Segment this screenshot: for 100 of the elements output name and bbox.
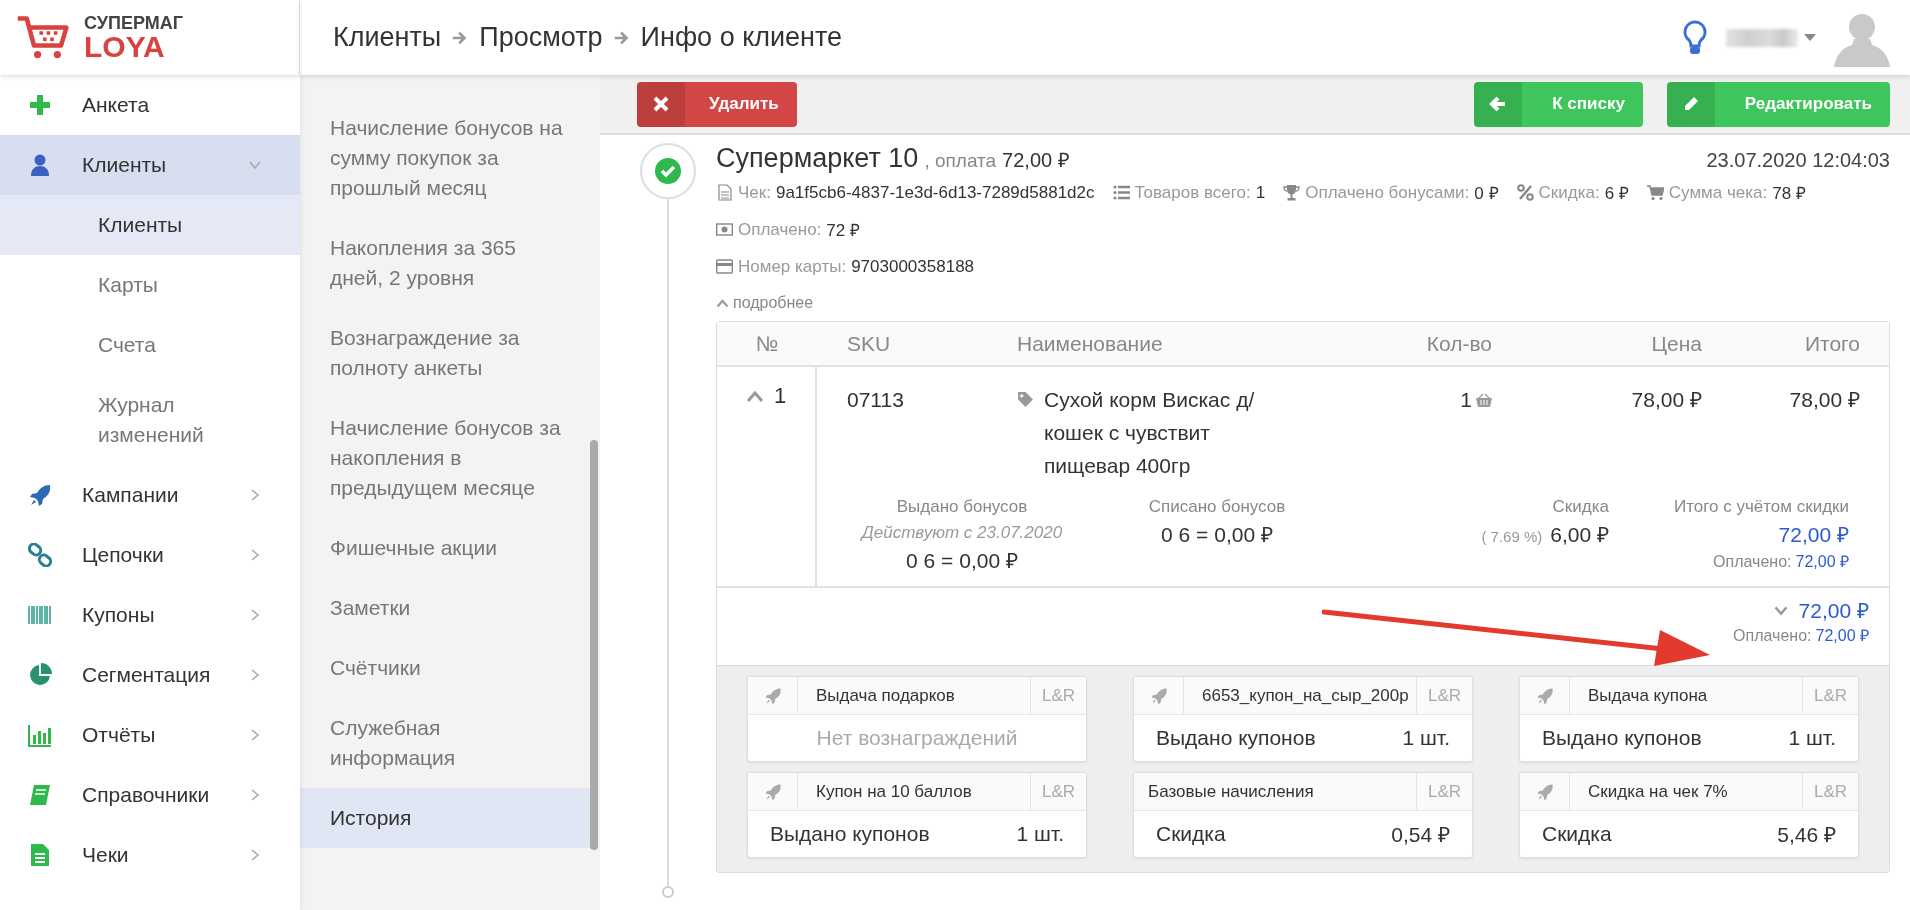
promotion-title: Купон на 10 баллов — [815, 780, 973, 803]
total-cell-text: 78,00 ₽ — [1788, 387, 1861, 413]
bonus-issued-label: Выдано бонусов — [896, 496, 1028, 518]
fact-label: Товаров всего: — [1134, 182, 1251, 203]
basket-icon — [1476, 392, 1492, 407]
section-item[interactable]: История — [300, 788, 590, 848]
sidebar-subitem[interactable]: Журнал изменений — [0, 375, 300, 465]
quantity-cell-text: 1 — [1460, 387, 1472, 413]
column-header: SKU — [846, 331, 892, 356]
payment-amount: 72,00 ₽ — [1002, 148, 1070, 173]
fact-label: Чек: — [738, 182, 771, 203]
check-icon — [655, 158, 681, 184]
bonus-written-off-label: Списано бонусов — [1148, 496, 1286, 518]
promotion-tag: L&R — [1030, 677, 1086, 714]
reward-label: Выдано купонов — [1156, 726, 1316, 750]
delete-button[interactable]: Удалить — [637, 81, 797, 127]
sidebar-item[interactable]: Чеки — [0, 825, 300, 885]
paid-amount: 72,00 ₽ — [1795, 552, 1849, 572]
promotion-title: Базовые начисления — [1147, 780, 1315, 803]
column-header: Цена — [1650, 331, 1703, 356]
fact-value: 0 ₽ — [1474, 183, 1499, 204]
section-item[interactable]: Вознаграждение за полноту анкеты — [300, 308, 590, 398]
price-cell-text: 78,00 ₽ — [1630, 387, 1703, 413]
sidebar-item[interactable]: Справочники — [0, 765, 300, 825]
chevron-up-icon[interactable] — [745, 389, 764, 403]
fact-label: Оплачено бонусами: — [1305, 182, 1470, 203]
sidebar-item[interactable]: Клиенты — [0, 135, 300, 195]
column-header: № — [754, 331, 780, 356]
section-item[interactable]: Фишечные акции — [300, 518, 590, 578]
column-header: Кол-во — [1425, 331, 1493, 356]
sku-cell-text: 07113 — [846, 387, 905, 413]
sidebar-subitem[interactable]: Счета — [0, 315, 300, 375]
section-item[interactable]: Начисление бонусов на сумму покупок за прошлый месяц — [300, 98, 590, 218]
receipt-datetime: 23.07.2020 12:04:03 — [1706, 149, 1890, 172]
promotion-title: Скидка на чек 7% — [1587, 780, 1729, 803]
bonus-issued-value: 0 6 = 0,00 ₽ — [906, 548, 1018, 574]
rocket-icon — [763, 782, 782, 801]
plus-icon — [28, 93, 52, 117]
action-button[interactable]: Редактировать — [1666, 81, 1890, 127]
lightbulb-icon[interactable] — [1682, 18, 1708, 57]
action-button[interactable]: К списку — [1474, 81, 1643, 127]
reward-label: Скидка — [1156, 822, 1226, 846]
discount-percent: ( 7.69 %) — [1481, 528, 1543, 545]
rocket-icon — [1535, 782, 1554, 801]
section-item[interactable]: Служебная информация — [300, 698, 590, 788]
percent-icon — [1516, 184, 1534, 201]
barcode-icon — [28, 603, 52, 627]
promotion-tag: L&R — [1802, 773, 1858, 810]
sidebar-subitem[interactable]: Клиенты — [0, 195, 300, 255]
section-item[interactable]: Счётчики — [300, 638, 590, 698]
sidebar-subitem[interactable]: Карты — [0, 255, 300, 315]
sidebar-item[interactable]: Кампании — [0, 465, 300, 525]
credit-card-icon — [716, 258, 733, 275]
banknote-icon — [716, 221, 733, 238]
sidebar-item[interactable]: Цепочки — [0, 525, 300, 585]
promotion-title: 6653_купон_на_сыр_200р — [1201, 684, 1410, 707]
document-icon — [716, 184, 733, 201]
fact-label: Оплачено: — [738, 219, 822, 240]
blurred-username — [1726, 28, 1798, 47]
sidebar-item[interactable]: Анкета — [0, 75, 300, 135]
sidebar-item[interactable]: Отчёты — [0, 705, 300, 765]
promotion-tag: L&R — [1802, 677, 1858, 714]
breadcrumb-link[interactable]: Инфо о клиенте — [640, 22, 843, 53]
caret-icon[interactable] — [1804, 33, 1816, 42]
section-item[interactable]: Начисление бонусов за накопления в предыдущем месяце — [300, 398, 590, 518]
pie-chart-icon — [28, 663, 52, 687]
breadcrumb-link[interactable]: Просмотр — [479, 22, 603, 53]
fact-value: 78 ₽ — [1772, 183, 1806, 204]
fact-label: Номер карты: — [738, 256, 847, 277]
fact-value: 1 — [1255, 182, 1266, 203]
sidebar-item[interactable]: Сегментация — [0, 645, 300, 705]
chevron-down-icon[interactable] — [1772, 604, 1789, 616]
list-icon — [1112, 184, 1130, 201]
arrow-left-icon — [1489, 95, 1508, 113]
promotion-tag: L&R — [1416, 677, 1472, 714]
bonus-written-off-value: 0 6 = 0,00 ₽ — [1161, 522, 1273, 548]
breadcrumb-link[interactable]: Клиенты — [333, 22, 442, 53]
cart-icon — [1646, 184, 1664, 201]
logo-product: LOYA — [84, 31, 166, 62]
reward-label: Выдано купонов — [770, 822, 930, 846]
document-icon — [28, 843, 52, 867]
chain-link-icon — [28, 543, 52, 567]
fact-value: 9a1f5cb6-4837-1e3d-6d13-7289d5881d2c — [775, 182, 1095, 203]
paid-amount: 72,00 ₽ — [1815, 626, 1869, 646]
fact-label: Сумма чека: — [1668, 182, 1768, 203]
payment-label: , оплата — [924, 150, 997, 172]
scrollbar-thumb[interactable] — [590, 440, 598, 850]
discounted-total-label: Итого с учётом скидки — [1673, 496, 1849, 518]
column-header: Итого — [1803, 331, 1861, 356]
cart-logo-icon — [16, 15, 70, 60]
logo-brand: СУПЕРМАГ — [84, 13, 183, 32]
rocket-icon — [1149, 686, 1168, 705]
section-item[interactable]: Заметки — [300, 578, 590, 638]
sidebar-item[interactable]: Купоны — [0, 585, 300, 645]
section-item[interactable]: Накопления за 365 дней, 2 уровня — [300, 218, 590, 308]
timeline-end-dot — [662, 886, 674, 898]
promotion-title: Выдача подарков — [815, 684, 956, 707]
details-toggle[interactable]: подробнее — [716, 285, 1890, 317]
reward-value: 5,46 ₽ — [1777, 822, 1836, 848]
user-icon — [28, 153, 52, 177]
